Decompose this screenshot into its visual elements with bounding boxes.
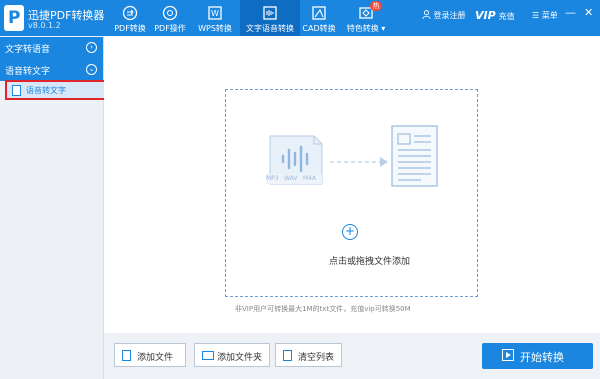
user-icon [422, 10, 431, 20]
format-label-mp3: MP3 [266, 175, 279, 182]
nav-label: 特色转换 ▾ [346, 24, 386, 33]
svg-text:W: W [211, 9, 219, 18]
hamburger-icon: ☰ [532, 11, 540, 20]
start-convert-button[interactable]: 开始转换 [482, 343, 593, 369]
vip-limit-hint: 非VIP用户可转换最大1M的txt文件，充值vip可转换50M [235, 305, 411, 313]
highlight-box [5, 80, 117, 100]
chevron-down-icon: ⌄ [86, 64, 97, 75]
folder-icon [202, 351, 214, 360]
title-bar: 迅捷PDF转换器 v8.0.1.2 PDF转换 PDF操作 W WPS转换 文字… [0, 0, 600, 36]
app-logo [4, 5, 24, 31]
trash-icon [283, 350, 292, 361]
main-area: MP3 WAV M4A + 点击或拖拽文件添加 非VIP用户可转换最大1M的tx… [104, 36, 600, 379]
nav-label: WPS转换 [198, 24, 232, 33]
vip-recharge-button[interactable]: VIP 充值 [475, 9, 515, 22]
add-file-button[interactable]: 添加文件 [114, 343, 186, 367]
minimize-button[interactable]: — [565, 6, 576, 19]
pdf-convert-icon [122, 5, 138, 21]
add-plus-icon[interactable]: + [342, 224, 358, 240]
nav-label: PDF转换 [114, 24, 146, 33]
add-folder-button[interactable]: 添加文件夹 [194, 343, 270, 367]
sidebar-section-speech-to-text[interactable]: 语音转文字 ⌄ [0, 59, 103, 81]
pdf-operation-icon [162, 5, 178, 21]
nav-label: 文字语音转换 [246, 24, 294, 33]
hot-badge: 热 [370, 1, 382, 11]
nav-text-voice[interactable]: 文字语音转换 [240, 0, 300, 36]
play-icon [502, 349, 514, 361]
nav-pdf-operation[interactable]: PDF操作 [150, 0, 190, 36]
nav-special-convert[interactable]: 特色转换 ▾ 热 [342, 0, 390, 36]
text-voice-convert-icon [263, 6, 277, 20]
format-label-m4a: M4A [303, 175, 317, 182]
drop-zone-label: 点击或拖拽文件添加 [329, 257, 411, 267]
nav-pdf-convert[interactable]: PDF转换 [110, 0, 150, 36]
sidebar-section-text-to-speech[interactable]: 文字转语音 › [0, 37, 103, 59]
add-file-icon [122, 350, 131, 361]
bottom-toolbar: 添加文件 添加文件夹 清空列表 开始转换 [104, 333, 600, 379]
login-register-link[interactable]: 登录注册 [422, 10, 466, 21]
nav-wps-convert[interactable]: W WPS转换 [194, 0, 236, 36]
chevron-right-icon: › [86, 42, 97, 53]
menu-button[interactable]: ☰ 菜单 [532, 10, 558, 21]
clear-list-button[interactable]: 清空列表 [275, 343, 342, 367]
format-label-wav: WAV [284, 175, 298, 182]
nav-label: CAD转换 [302, 24, 336, 33]
nav-label: PDF操作 [154, 24, 186, 33]
wps-convert-icon: W [208, 6, 222, 20]
nav-cad-convert[interactable]: CAD转换 [302, 0, 336, 36]
close-button[interactable]: ✕ [584, 6, 593, 19]
app-version: v8.0.1.2 [28, 21, 61, 30]
cad-convert-icon [312, 6, 326, 20]
